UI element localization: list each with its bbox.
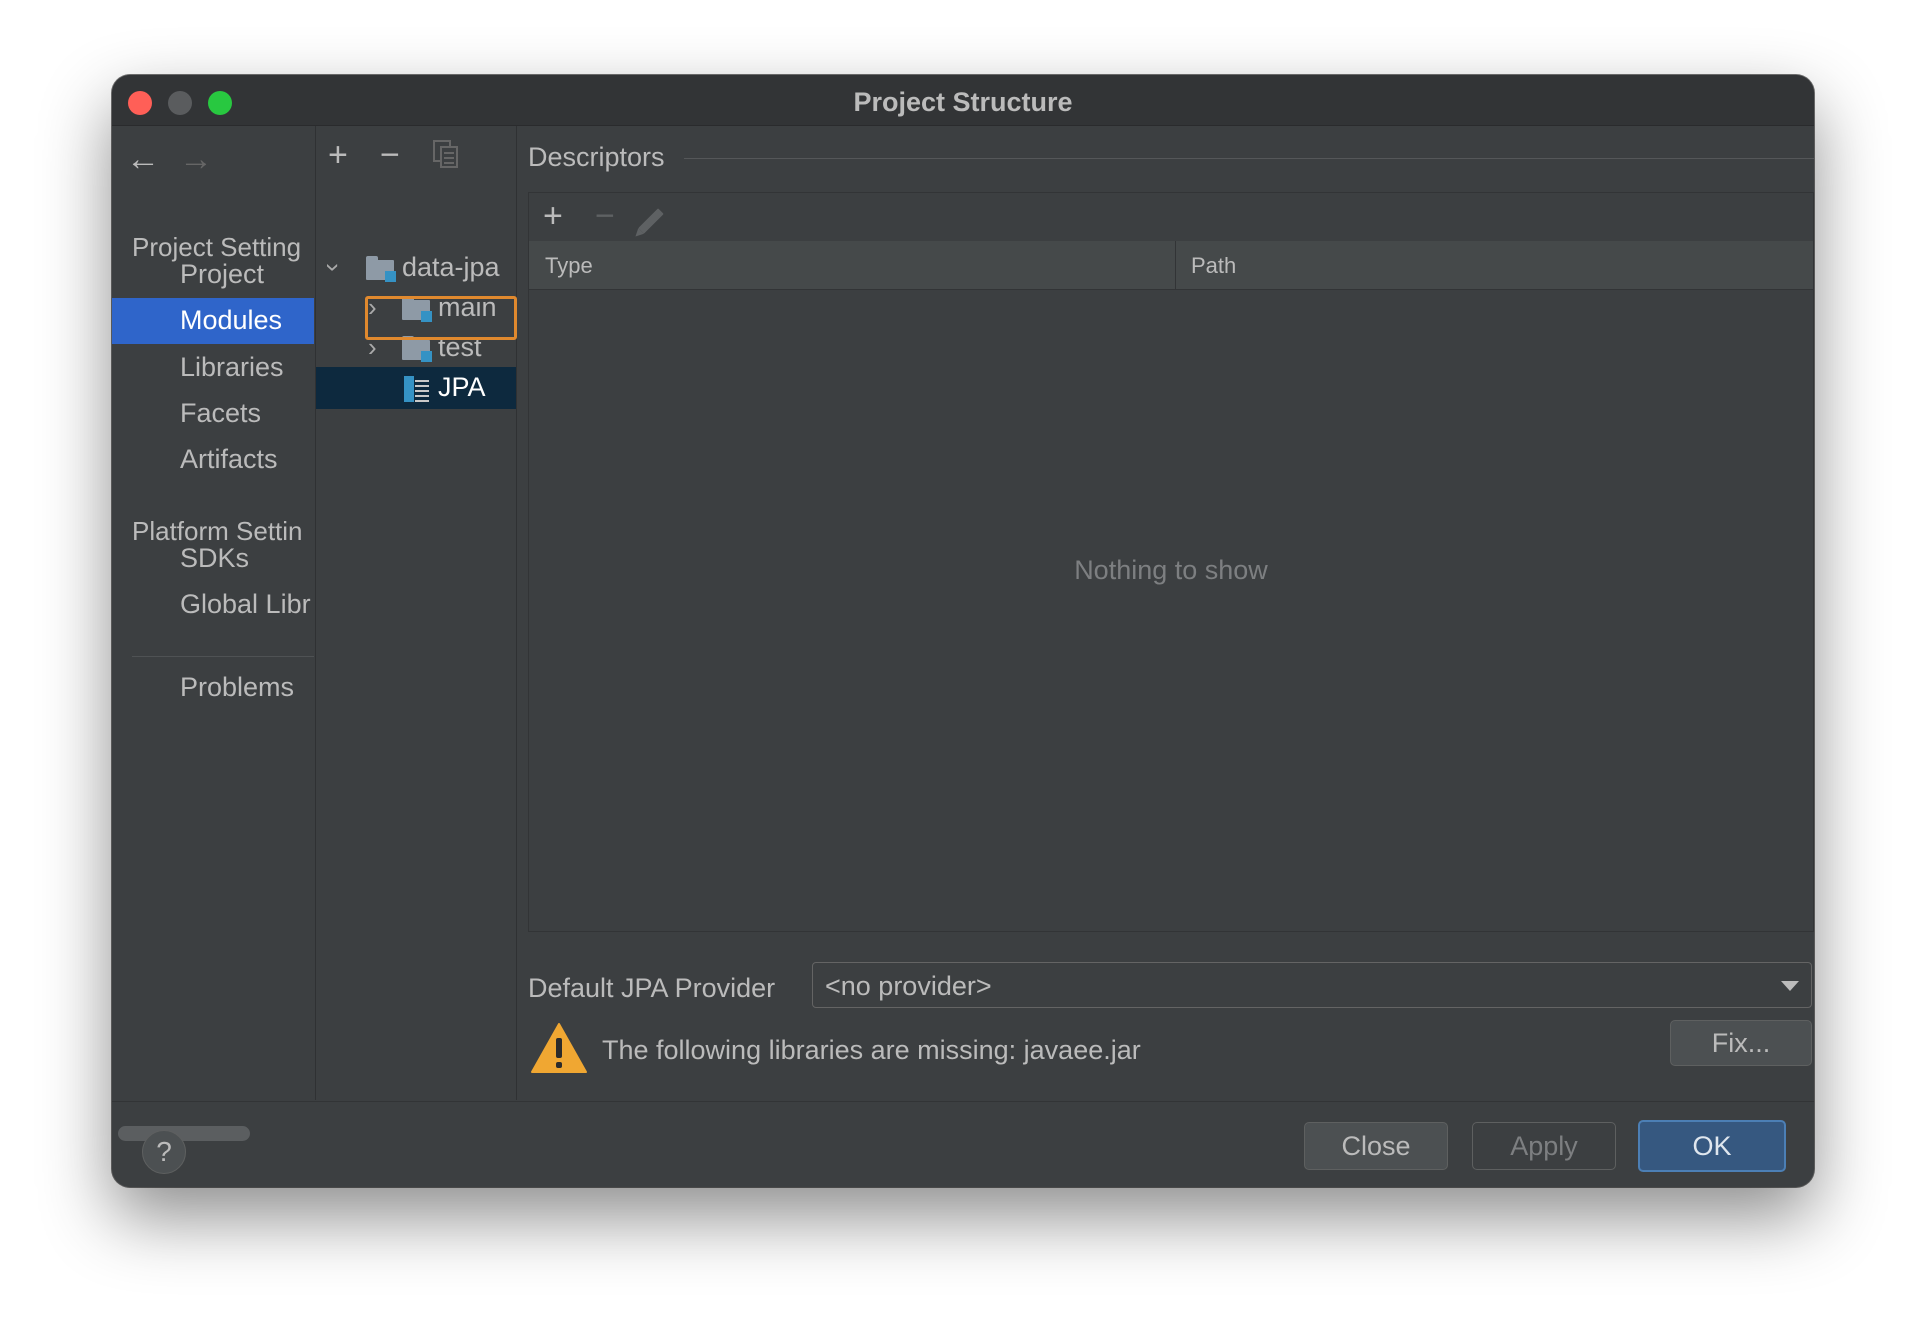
jpa-facet-icon xyxy=(404,376,430,402)
fix-button[interactable]: Fix... xyxy=(1670,1020,1812,1066)
dialog-footer: ? Close Apply OK xyxy=(112,1101,1814,1187)
forward-arrow-icon[interactable]: → xyxy=(179,142,213,176)
jpa-facet-panel: Descriptors + − Type Path Nothing to sho… xyxy=(516,126,1814,1100)
tree-node-data-jpa[interactable]: › data-jpa xyxy=(316,248,516,288)
module-folder-icon xyxy=(366,256,396,282)
column-separator[interactable] xyxy=(1175,241,1176,289)
nav-item-global-libraries[interactable]: Global Libr xyxy=(112,582,314,628)
tree-node-label: JPA xyxy=(438,372,486,402)
descriptors-table-header: Type Path xyxy=(529,241,1813,290)
nav-item-artifacts[interactable]: Artifacts xyxy=(112,437,314,483)
column-header-path[interactable]: Path xyxy=(1191,253,1236,279)
warning-icon xyxy=(530,1022,588,1074)
nav-item-label: Facets xyxy=(180,398,262,428)
ok-button[interactable]: OK xyxy=(1638,1120,1786,1172)
column-header-type[interactable]: Type xyxy=(545,253,593,279)
add-module-button[interactable]: + xyxy=(328,138,348,172)
nav-item-sdks[interactable]: SDKs xyxy=(112,536,314,582)
settings-nav: ← → Project Setting Project Modules Libr… xyxy=(112,126,314,1141)
help-button[interactable]: ? xyxy=(142,1130,186,1174)
nav-item-label: Project xyxy=(180,259,265,289)
remove-module-button[interactable]: − xyxy=(380,138,400,172)
nav-item-label: Global Libr xyxy=(180,589,311,619)
title-bar: Project Structure xyxy=(112,75,1814,126)
back-arrow-icon[interactable]: ← xyxy=(126,142,160,176)
nav-item-libraries[interactable]: Libraries xyxy=(112,345,314,391)
nav-divider xyxy=(132,656,314,657)
copy-icon[interactable] xyxy=(433,140,459,168)
missing-libraries-warning: The following libraries are missing: jav… xyxy=(602,1035,1141,1065)
tree-node-jpa[interactable]: JPA xyxy=(316,368,516,408)
module-tree-panel: + − › data-jpa › main › test JPA xyxy=(315,126,517,1100)
add-descriptor-button[interactable]: + xyxy=(543,199,563,233)
descriptors-toolbar: + − xyxy=(529,193,1813,242)
descriptors-title: Descriptors xyxy=(528,142,665,172)
provider-dropdown[interactable]: <no provider> xyxy=(812,962,1812,1008)
apply-button[interactable]: Apply xyxy=(1472,1122,1616,1170)
edit-pencil-icon[interactable] xyxy=(638,208,664,234)
nav-item-label: Problems xyxy=(180,672,295,702)
focus-highlight-outline xyxy=(365,296,517,340)
tree-node-label: data-jpa xyxy=(402,252,500,282)
descriptors-separator xyxy=(684,158,1814,159)
nav-item-project[interactable]: Project xyxy=(112,252,314,298)
remove-descriptor-button[interactable]: − xyxy=(595,199,615,233)
nav-item-label: SDKs xyxy=(180,543,250,573)
provider-selected-value: <no provider> xyxy=(825,971,992,1001)
nav-item-facets[interactable]: Facets xyxy=(112,391,314,437)
nav-item-problems[interactable]: Problems xyxy=(112,665,314,711)
nav-item-label: Modules xyxy=(180,305,283,335)
empty-table-message: Nothing to show xyxy=(1074,555,1268,585)
nav-item-modules[interactable]: Modules xyxy=(112,298,314,344)
dropdown-arrow-icon xyxy=(1781,981,1799,991)
nav-item-label: Artifacts xyxy=(180,444,278,474)
window-title: Project Structure xyxy=(853,87,1073,117)
close-button[interactable]: Close xyxy=(1304,1122,1448,1170)
nav-item-label: Libraries xyxy=(180,352,284,382)
project-structure-window: Project Structure ← → Project Setting Pr… xyxy=(112,75,1814,1187)
chevron-down-icon[interactable]: › xyxy=(318,263,349,272)
provider-label: Default JPA Provider xyxy=(528,973,776,1003)
descriptors-table[interactable]: + − Type Path Nothing to show xyxy=(528,192,1814,932)
